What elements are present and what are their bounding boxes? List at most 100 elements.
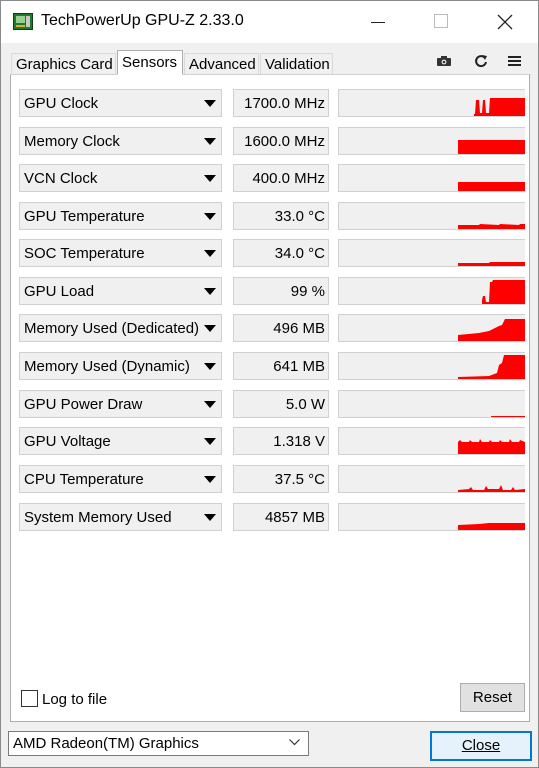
sensor-row: SOC Temperature 34.0 °C <box>19 239 525 269</box>
sensor-value: 1700.0 MHz <box>233 89 329 117</box>
sensor-value: 496 MB <box>233 314 329 342</box>
sensor-row: GPU Power Draw 5.0 W <box>19 390 525 420</box>
sensor-graph-fill <box>458 262 525 266</box>
close-button-label: Close <box>461 737 501 754</box>
dropdown-arrow-icon <box>204 213 216 220</box>
sensor-value: 37.5 °C <box>233 465 329 493</box>
sensor-graph <box>338 427 525 455</box>
sensor-name-label: Memory Used (Dynamic) <box>24 358 190 375</box>
tab-graphics-card[interactable]: Graphics Card <box>11 53 116 74</box>
title-bar[interactable]: TechPowerUp GPU-Z 2.33.0 <box>1 1 538 43</box>
sensor-name-dropdown[interactable]: System Memory Used <box>19 503 222 531</box>
sensor-value: 1600.0 MHz <box>233 127 329 155</box>
sensor-graph <box>338 202 525 230</box>
log-to-file-checkbox[interactable] <box>21 690 38 707</box>
sensor-value: 400.0 MHz <box>233 164 329 192</box>
tab-advanced[interactable]: Advanced <box>184 53 259 74</box>
sensor-name-dropdown[interactable]: GPU Temperature <box>19 202 222 230</box>
sensor-row: System Memory Used 4857 MB <box>19 503 525 533</box>
sensor-name-dropdown[interactable]: CPU Temperature <box>19 465 222 493</box>
sensor-graph-trace <box>458 140 525 154</box>
dropdown-arrow-icon <box>204 250 216 257</box>
sensor-graph-fill <box>482 280 525 304</box>
sensor-graph-fill <box>491 416 525 417</box>
sensor-graph <box>338 164 525 192</box>
sensor-name-dropdown[interactable]: GPU Load <box>19 277 222 305</box>
dropdown-arrow-icon <box>204 288 216 295</box>
sensor-graph <box>338 390 525 418</box>
chevron-down-icon <box>289 739 300 746</box>
sensor-value: 34.0 °C <box>233 239 329 267</box>
sensor-row: GPU Clock 1700.0 MHz <box>19 89 525 119</box>
sensor-graph <box>338 314 525 342</box>
tab-sensors[interactable]: Sensors <box>117 50 183 75</box>
camera-icon[interactable] <box>435 53 453 69</box>
sensor-value: 1.318 V <box>233 427 329 455</box>
sensor-graph-trace <box>458 319 525 341</box>
sensor-graph-trace <box>458 485 525 492</box>
sensor-graph-trace <box>491 416 525 417</box>
reset-button[interactable]: Reset <box>460 683 525 712</box>
sensor-graph-trace <box>474 98 525 116</box>
dropdown-arrow-icon <box>204 175 216 182</box>
sensor-row: Memory Used (Dynamic) 641 MB <box>19 352 525 382</box>
sensor-graph-trace <box>458 523 525 530</box>
sensor-name-label: GPU Load <box>24 283 95 300</box>
close-button[interactable]: Close <box>430 731 532 761</box>
dropdown-arrow-icon <box>204 363 216 370</box>
sensor-graph-fill <box>458 439 525 454</box>
log-to-file-label[interactable]: Log to file <box>42 691 107 708</box>
sensor-graph-trace <box>458 439 525 454</box>
sensor-name-dropdown[interactable]: GPU Voltage <box>19 427 222 455</box>
sensor-name-label: GPU Temperature <box>24 208 145 225</box>
sensor-row: Memory Used (Dedicated) 496 MB <box>19 314 525 344</box>
dropdown-arrow-icon <box>204 138 216 145</box>
sensor-row: GPU Load 99 % <box>19 277 525 307</box>
tab-validation[interactable]: Validation <box>260 53 333 74</box>
sensor-graph <box>338 239 525 267</box>
menu-icon[interactable] <box>506 53 524 69</box>
sensor-name-label: CPU Temperature <box>24 471 144 488</box>
close-window-button[interactable] <box>475 1 535 43</box>
sensor-name-dropdown[interactable]: Memory Used (Dedicated) <box>19 314 222 342</box>
dropdown-arrow-icon <box>204 514 216 521</box>
window-title: TechPowerUp GPU-Z 2.33.0 <box>41 12 244 29</box>
sensor-graph-fill <box>458 355 525 379</box>
refresh-icon[interactable] <box>472 53 490 69</box>
maximize-button[interactable] <box>410 1 470 43</box>
sensor-value: 641 MB <box>233 352 329 380</box>
sensor-name-label: GPU Power Draw <box>24 396 143 413</box>
sensor-value: 4857 MB <box>233 503 329 531</box>
sensor-graph-fill <box>458 319 525 341</box>
sensor-name-label: Memory Used (Dedicated) <box>24 320 200 337</box>
gpu-select[interactable]: AMD Radeon(TM) Graphics <box>8 731 309 756</box>
sensor-row: GPU Temperature 33.0 °C <box>19 202 525 232</box>
sensor-value: 33.0 °C <box>233 202 329 230</box>
sensor-graph <box>338 503 525 531</box>
sensor-row: Memory Clock 1600.0 MHz <box>19 127 525 157</box>
sensor-row: VCN Clock 400.0 MHz <box>19 164 525 194</box>
dropdown-arrow-icon <box>204 401 216 408</box>
dropdown-arrow-icon <box>204 438 216 445</box>
sensor-name-dropdown[interactable]: SOC Temperature <box>19 239 222 267</box>
sensor-name-label: System Memory Used <box>24 509 172 526</box>
sensor-name-dropdown[interactable]: VCN Clock <box>19 164 222 192</box>
sensor-graph-trace <box>482 280 525 304</box>
sensor-graph-trace <box>458 355 525 379</box>
sensor-graph-fill <box>474 98 525 116</box>
sensor-name-dropdown[interactable]: GPU Power Draw <box>19 390 222 418</box>
sensor-graph <box>338 465 525 493</box>
dropdown-arrow-icon <box>204 100 216 107</box>
sensor-graph-trace <box>458 182 525 191</box>
sensor-name-dropdown[interactable]: Memory Clock <box>19 127 222 155</box>
dropdown-arrow-icon <box>204 325 216 332</box>
sensor-name-label: GPU Clock <box>24 95 99 112</box>
sensor-name-dropdown[interactable]: GPU Clock <box>19 89 222 117</box>
sensor-graph-trace <box>458 224 525 229</box>
gpu-select-value: AMD Radeon(TM) Graphics <box>13 735 199 752</box>
sensor-name-label: GPU Voltage <box>24 433 111 450</box>
sensor-name-dropdown[interactable]: Memory Used (Dynamic) <box>19 352 222 380</box>
sensor-graph-fill <box>458 182 525 191</box>
sensor-graph <box>338 277 525 305</box>
minimize-button[interactable] <box>348 1 408 43</box>
